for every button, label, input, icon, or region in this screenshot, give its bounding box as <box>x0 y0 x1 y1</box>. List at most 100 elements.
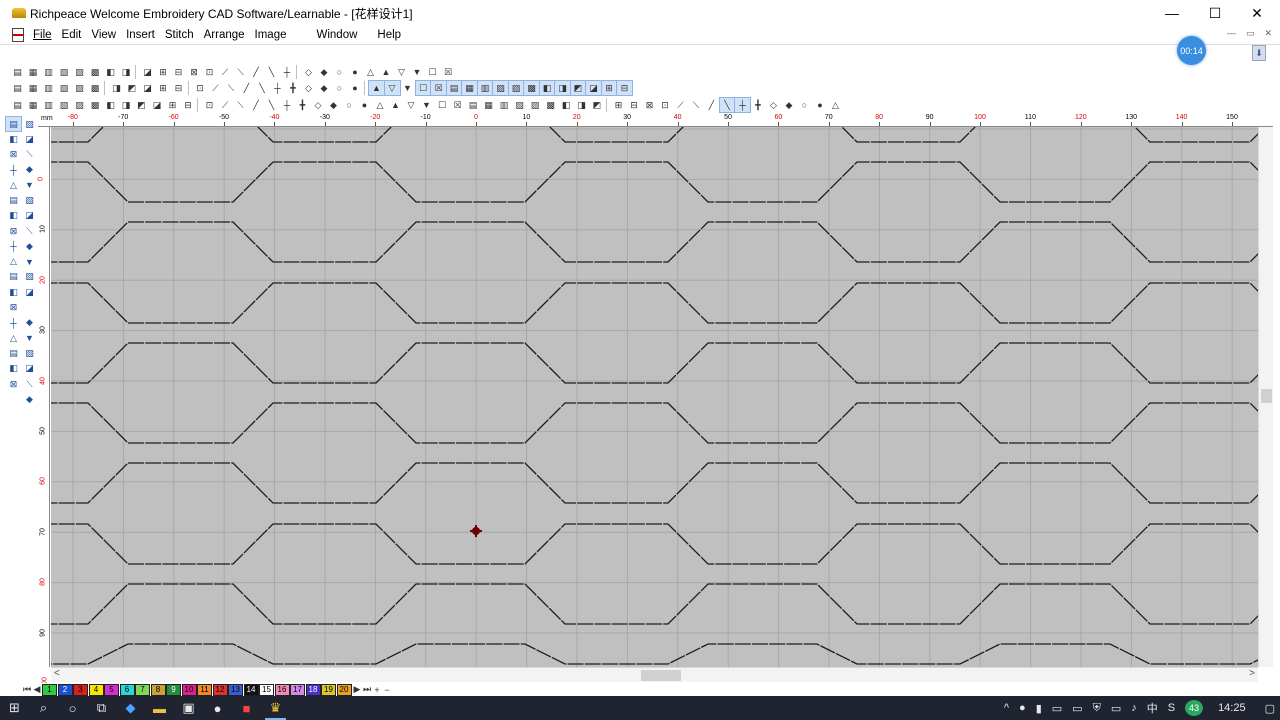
open-file-icon[interactable]: ▦ <box>26 65 41 79</box>
color-swatch[interactable]: 18 <box>305 683 321 696</box>
align-e-icon[interactable]: ╲ <box>255 81 270 95</box>
cut-tool-tool-icon[interactable]: ⊠ <box>6 148 21 162</box>
align-g-icon[interactable]: ╋ <box>286 81 301 95</box>
align-d-icon[interactable]: ╱ <box>239 81 254 95</box>
horizontal-scrollbar[interactable]: < > <box>51 667 1258 682</box>
bean-a-tool-icon[interactable]: ◆ <box>22 316 37 330</box>
shape-e-icon[interactable]: ⟋ <box>673 98 688 112</box>
shape-h-icon[interactable]: ╲ <box>718 97 736 113</box>
shape-o-icon[interactable]: △ <box>828 98 843 112</box>
text-tool-tool-icon[interactable]: ◪ <box>22 285 37 299</box>
grid-f-icon[interactable]: ▲ <box>379 65 394 79</box>
rotate-tool-icon[interactable]: ◆ <box>22 163 37 177</box>
move-e-icon[interactable]: ⊟ <box>171 81 186 95</box>
view-l-icon[interactable]: ◧ <box>538 80 556 96</box>
color-swatch[interactable]: 2 <box>57 683 73 696</box>
view-n-icon[interactable]: ◩ <box>569 80 587 96</box>
task-view-icon[interactable]: ⧉ <box>87 696 116 720</box>
app-blue-icon[interactable]: ◆ <box>116 696 145 720</box>
stitch-line[interactable] <box>51 342 1258 384</box>
line-tool-tool-icon[interactable]: ⟍ <box>22 148 37 162</box>
color-next-button[interactable]: ▶ <box>352 684 362 695</box>
node-a-icon[interactable]: ⊡ <box>202 98 217 112</box>
maximize-button[interactable]: ☐ <box>1192 0 1238 26</box>
shape-c-icon[interactable]: ⊠ <box>642 98 657 112</box>
view-k-icon[interactable]: ▩ <box>523 80 540 96</box>
clock[interactable]: 14:25 <box>1208 702 1260 714</box>
path-a-tool-icon[interactable]: ▼ <box>22 178 37 192</box>
node-k-icon[interactable]: ● <box>357 98 372 112</box>
pan-icon[interactable]: ▩ <box>88 81 103 95</box>
grid-h-icon[interactable]: ▼ <box>410 65 425 79</box>
edit-c-icon[interactable]: ▥ <box>41 98 56 112</box>
shape-d-icon[interactable]: ⊡ <box>658 98 673 112</box>
view-d-icon[interactable]: ☐ <box>414 80 432 96</box>
stitch-line[interactable] <box>51 523 1258 565</box>
shape-k-icon[interactable]: ◇ <box>766 98 781 112</box>
zoom-tool-tool-icon[interactable]: ◧ <box>6 209 21 223</box>
motif-tool-icon[interactable]: ◧ <box>6 285 21 299</box>
design-canvas[interactable] <box>51 127 1258 667</box>
grid-j-icon[interactable]: ☒ <box>441 65 456 79</box>
move-d-icon[interactable]: ⊞ <box>156 81 171 95</box>
node-s-icon[interactable]: ▦ <box>481 98 496 112</box>
edit-h-icon[interactable]: ◨ <box>119 98 134 112</box>
fill-a-tool-icon[interactable]: ┼ <box>6 239 21 253</box>
color-dot-tool-icon[interactable]: △ <box>6 331 21 345</box>
move-b-icon[interactable]: ◩ <box>125 81 140 95</box>
shape-m-icon[interactable]: ○ <box>797 98 812 112</box>
node-u-icon[interactable]: ▧ <box>512 98 527 112</box>
zoom-out-icon[interactable]: ▥ <box>41 81 56 95</box>
view-c-icon[interactable]: ▼ <box>400 81 415 95</box>
edit-i-icon[interactable]: ◩ <box>134 98 149 112</box>
view-i-icon[interactable]: ▧ <box>492 80 509 96</box>
line-g-icon[interactable]: ⟍ <box>233 65 248 79</box>
tray-icon[interactable]: ● <box>1014 700 1031 716</box>
zoom-in-icon[interactable]: ▦ <box>26 81 41 95</box>
align-j-icon[interactable]: ○ <box>332 81 347 95</box>
move-c-icon[interactable]: ◪ <box>140 81 155 95</box>
color-prev-button[interactable]: ◀ <box>32 684 42 695</box>
vertical-scroll-thumb[interactable] <box>1261 389 1272 403</box>
knife-tool-icon[interactable]: ⊠ <box>6 224 21 238</box>
cortana-icon[interactable]: ○ <box>58 696 87 720</box>
tray-icon[interactable]: ▭ <box>1047 700 1067 716</box>
view-p-icon[interactable]: ⊞ <box>600 80 618 96</box>
edit-j-icon[interactable]: ◪ <box>150 98 165 112</box>
shape-n-icon[interactable]: ● <box>813 98 828 112</box>
align-i-icon[interactable]: ◆ <box>317 81 332 95</box>
node-r-icon[interactable]: ▤ <box>466 98 481 112</box>
color-swatch[interactable]: 7 <box>135 683 150 696</box>
grid-c-icon[interactable]: ○ <box>332 65 347 79</box>
vertical-scrollbar[interactable] <box>1258 127 1273 667</box>
node-l-icon[interactable]: △ <box>373 98 388 112</box>
node-v-icon[interactable]: ▨ <box>528 98 543 112</box>
grid-b-icon[interactable]: ◆ <box>317 65 332 79</box>
download-icon[interactable]: ⬇ <box>1252 45 1266 61</box>
tray-icon[interactable]: ▭ <box>1106 700 1126 716</box>
color-swatch[interactable]: 15 <box>259 683 274 696</box>
menu-view[interactable]: View <box>86 29 121 41</box>
view-b-icon[interactable]: ▽ <box>383 80 401 96</box>
color-last-button[interactable]: ⏭ <box>362 684 372 695</box>
paste-icon[interactable]: ▩ <box>88 65 103 79</box>
tray-icon[interactable]: 中 <box>1142 700 1163 716</box>
stitch-b-tool-icon[interactable]: ▧ <box>22 193 37 207</box>
minimize-button[interactable]: — <box>1149 0 1195 26</box>
node-c-icon[interactable]: ⟍ <box>233 98 248 112</box>
tray-icon[interactable]: ^ <box>999 700 1014 716</box>
node-t-icon[interactable]: ▥ <box>497 98 512 112</box>
edit-l-icon[interactable]: ⊟ <box>181 98 196 112</box>
align-f-icon[interactable]: ┼ <box>270 81 285 95</box>
line-c-icon[interactable]: ⊟ <box>171 65 186 79</box>
shape-l-icon[interactable]: ◆ <box>782 98 797 112</box>
color-a-tool-icon[interactable]: ┼ <box>6 163 21 177</box>
color-first-button[interactable]: ⏮ <box>22 684 32 695</box>
stitch-line[interactable] <box>51 282 1258 324</box>
node-q-icon[interactable]: ☒ <box>450 98 465 112</box>
color-swatch[interactable]: 4 <box>88 683 104 696</box>
tray-icon[interactable]: ♪ <box>1126 700 1142 716</box>
color-swatch[interactable]: 14 <box>243 683 259 696</box>
bean-c-tool-icon[interactable]: ▧ <box>22 346 37 360</box>
stitch-line[interactable] <box>51 221 1258 263</box>
